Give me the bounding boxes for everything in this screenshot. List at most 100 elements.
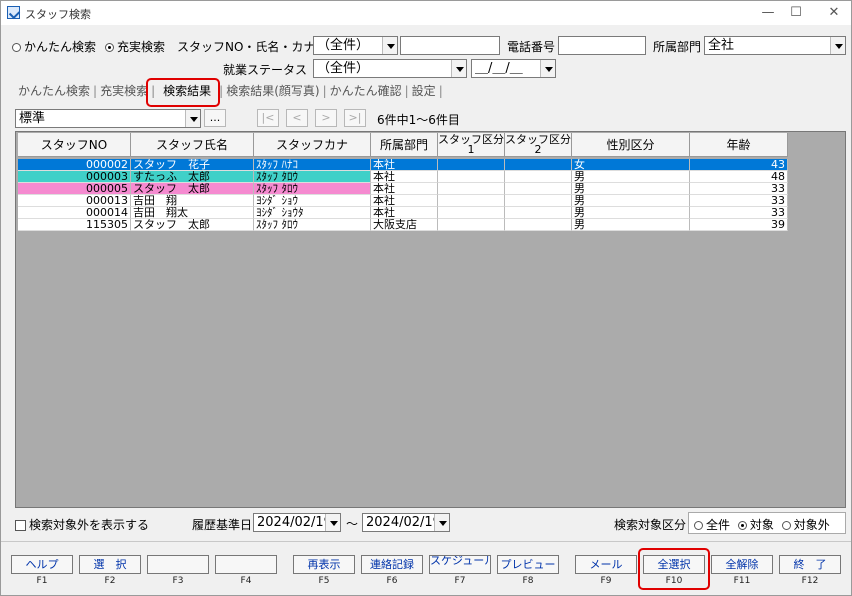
fkey-f4: F4: [213, 549, 279, 587]
fkey-f9-button[interactable]: メール: [575, 555, 637, 574]
table-cell: [438, 159, 505, 171]
view-options-button[interactable]: ...: [204, 109, 226, 127]
table-cell: 48: [690, 171, 788, 183]
tab-simple-search[interactable]: かんたん検索: [15, 82, 93, 99]
tab-results-photo[interactable]: 検索結果(顔写真): [223, 82, 322, 99]
phone-label: 電話番号: [507, 40, 556, 54]
show-excluded-checkbox[interactable]: 検索対象外を表示する: [15, 516, 149, 533]
table-cell: 33: [690, 195, 788, 207]
mode-simple-radio[interactable]: かんたん検索: [12, 38, 96, 55]
history-to-value: 2024/02/19: [366, 515, 441, 530]
table-cell: 本社: [371, 195, 438, 207]
table-cell: すたっふ 太郎: [131, 171, 254, 183]
tab-quick-check[interactable]: かんたん確認: [327, 82, 405, 99]
fkey-f1-button[interactable]: ヘルプ: [11, 555, 73, 574]
target-all-radio[interactable]: 全件: [694, 518, 730, 532]
fkey-label: F4: [240, 576, 252, 586]
fkey-f8: プレビュー F8: [495, 549, 561, 587]
minimize-button[interactable]: —: [753, 3, 783, 23]
table-cell: [438, 207, 505, 219]
chevron-down-icon: [451, 60, 466, 77]
tab-full-search[interactable]: 充実検索: [97, 82, 151, 99]
show-excluded-label: 検索対象外を表示する: [29, 518, 150, 532]
history-to-combo[interactable]: 2024/02/19: [362, 513, 450, 532]
checkbox-icon: [15, 520, 26, 531]
target-all-label: 全件: [706, 518, 731, 532]
view-combo[interactable]: 標準: [15, 109, 201, 128]
divider: [1, 541, 851, 542]
column-header[interactable]: 所属部門: [371, 133, 438, 157]
column-header[interactable]: スタッフ区分1: [438, 133, 505, 157]
table-cell: 000005: [18, 183, 131, 195]
column-header[interactable]: 年齢: [690, 133, 788, 157]
radio-icon: [694, 521, 703, 530]
f10-highlight-annotation: [638, 548, 710, 590]
table-cell: [505, 183, 572, 195]
fkey-f12: 終 了 F12: [777, 549, 843, 587]
history-from-value: 2024/02/19: [257, 515, 332, 530]
table-cell: ﾖｼﾀﾞ ｼｮｳﾀ: [254, 207, 371, 219]
staff-combo[interactable]: （全件）: [313, 36, 398, 55]
prev-page-button[interactable]: <: [286, 109, 308, 127]
radio-icon: [12, 43, 21, 52]
staff-combo-value: （全件）: [317, 38, 370, 53]
table-cell: ｽﾀｯﾌ ﾊﾅｺ: [254, 159, 371, 171]
table-cell: ｽﾀｯﾌ ﾀﾛｳ: [254, 171, 371, 183]
radio-selected-icon: [105, 43, 114, 52]
function-key-bar: ヘルプ F1 選 択 F2 F3 F4 再表示 F5 連絡記録 F6 スケジュール F7 プレビュー F8…: [9, 549, 845, 587]
table-cell: 男: [572, 183, 690, 195]
target-off-radio[interactable]: 対象外: [781, 518, 830, 532]
first-page-button[interactable]: |<: [257, 109, 279, 127]
fkey-f6-button[interactable]: 連絡記録: [361, 555, 423, 574]
dept-label: 所属部門: [653, 40, 702, 54]
fkey-label: F3: [172, 576, 184, 586]
table-cell: ｽﾀｯﾌ ﾀﾛｳ: [254, 219, 371, 231]
column-header[interactable]: スタッフ区分2: [505, 133, 572, 157]
table-cell: 000014: [18, 207, 131, 219]
dept-combo[interactable]: 全社: [704, 36, 846, 55]
mode-full-radio[interactable]: 充実検索: [105, 38, 165, 55]
table-cell: [505, 207, 572, 219]
status-combo-value: （全件）: [317, 61, 370, 76]
maximize-button[interactable]: ☐: [781, 3, 811, 23]
target-on-radio[interactable]: 対象: [737, 518, 774, 532]
fkey-f8-button[interactable]: プレビュー: [497, 555, 559, 574]
fkey-f5: 再表示 F5: [291, 549, 357, 587]
column-header[interactable]: スタッフ氏名: [131, 133, 254, 157]
status-combo[interactable]: （全件）: [313, 59, 467, 78]
fkey-label: F7: [454, 576, 466, 586]
fkey-f2-button[interactable]: 選 択: [79, 555, 141, 574]
fkey-f4-button[interactable]: [215, 555, 277, 574]
fkey-f9: メール F9: [573, 549, 639, 587]
table-cell: 男: [572, 195, 690, 207]
status-date-combo[interactable]: ＿/＿/＿: [471, 59, 556, 78]
column-header[interactable]: 性別区分: [572, 133, 690, 157]
table-cell: [438, 183, 505, 195]
result-count: 6件中1～6件目: [377, 113, 460, 127]
results-grid[interactable]: スタッフNO スタッフ氏名 スタッフカナ 所属部門 スタッフ区分1 スタッフ区分2 性別区分…: [15, 131, 846, 508]
status-date-value: ＿/＿/＿: [475, 61, 523, 76]
fkey-f11-button[interactable]: 全解除: [711, 555, 773, 574]
fkey-f5-button[interactable]: 再表示: [293, 555, 355, 574]
fkey-f11: 全解除 F11: [709, 549, 775, 587]
phone-input[interactable]: [558, 36, 646, 55]
fkey-f12-button[interactable]: 終 了: [779, 555, 841, 574]
fkey-f3-button[interactable]: [147, 555, 209, 574]
tab-highlight-annotation: [146, 78, 220, 107]
column-header[interactable]: スタッフカナ: [254, 133, 371, 157]
staff-text-input[interactable]: [400, 36, 500, 55]
chevron-down-icon: [830, 37, 845, 54]
dept-combo-value: 全社: [708, 38, 735, 53]
fkey-f7-button[interactable]: スケジュール: [429, 555, 491, 574]
close-button[interactable]: ✕: [819, 3, 849, 23]
column-header[interactable]: スタッフNO: [18, 133, 131, 157]
table-cell: スタッフ 太郎: [131, 219, 254, 231]
chevron-down-icon: [540, 60, 555, 77]
next-page-button[interactable]: >: [315, 109, 337, 127]
last-page-button[interactable]: >|: [344, 109, 366, 127]
fkey-label: F12: [801, 576, 819, 586]
table-cell: 女: [572, 159, 690, 171]
chevron-down-icon: [185, 110, 200, 127]
history-from-combo[interactable]: 2024/02/19: [253, 513, 341, 532]
tab-settings[interactable]: 設定: [409, 82, 439, 99]
